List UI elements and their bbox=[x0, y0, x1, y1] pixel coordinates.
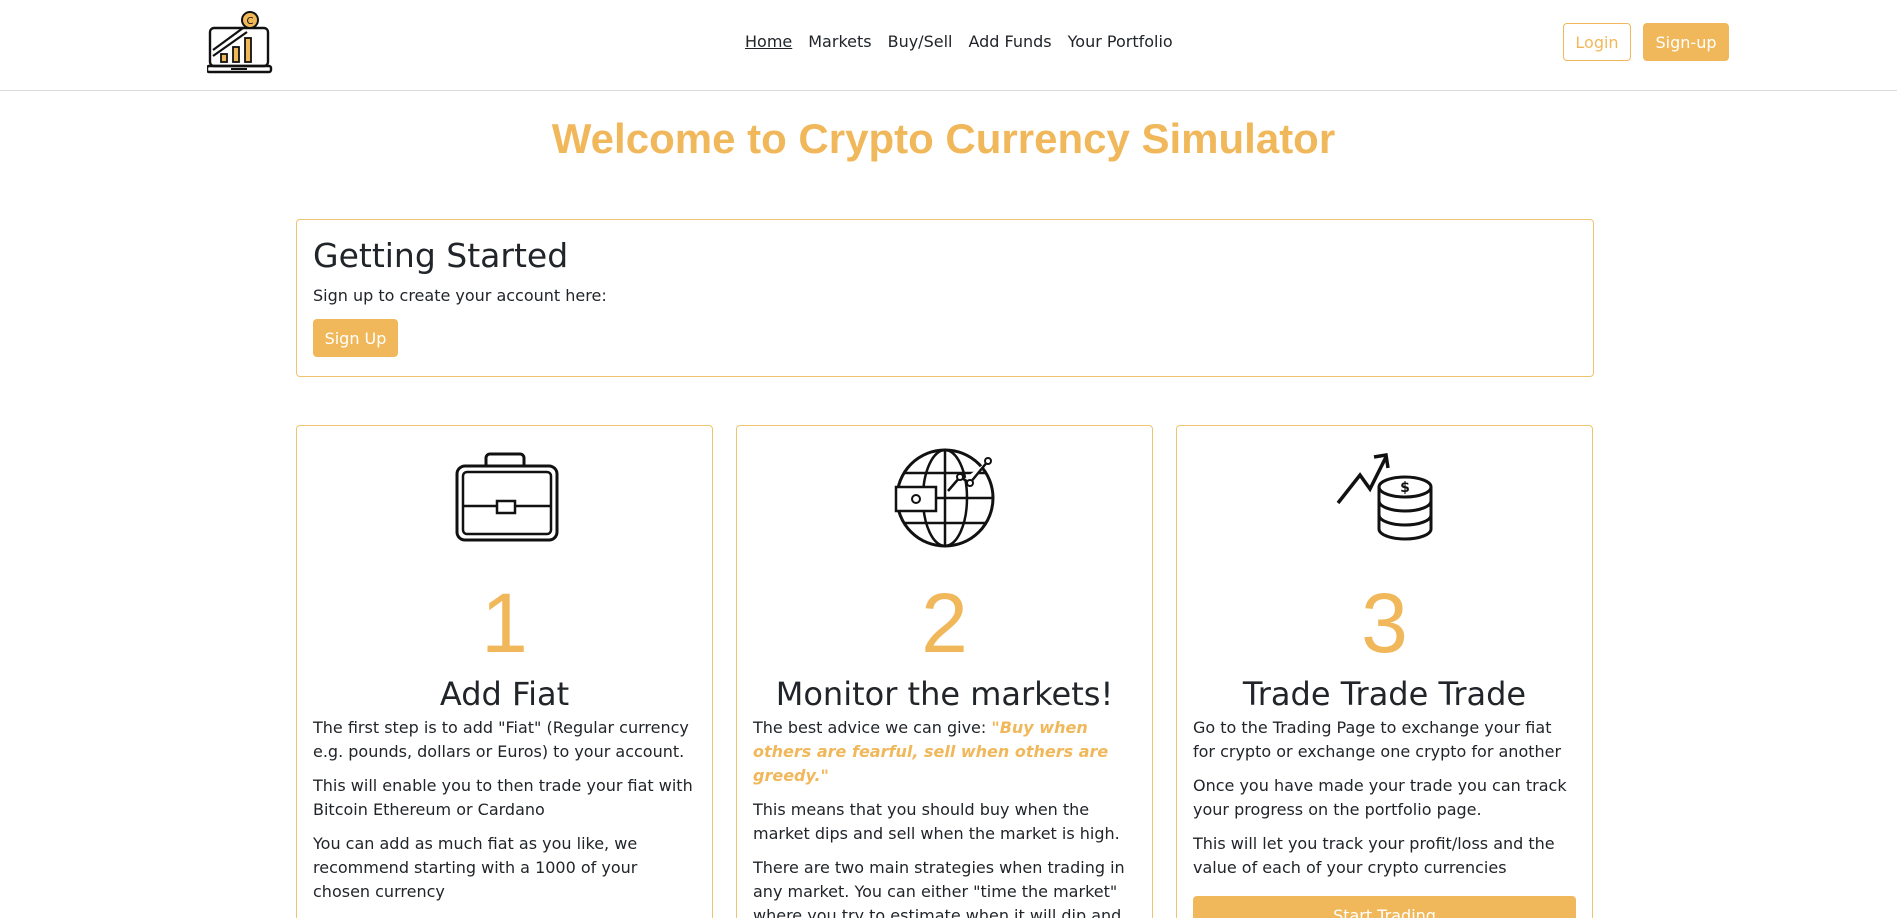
svg-text:C: C bbox=[247, 16, 254, 27]
coins-growth-icon: $ bbox=[1336, 452, 1432, 541]
step-number: 3 bbox=[1361, 576, 1408, 670]
advice-intro: The best advice we can give: bbox=[753, 718, 992, 737]
start-trading-button[interactable]: Start Trading bbox=[1193, 896, 1576, 918]
page-title: Welcome to Crypto Currency Simulator bbox=[551, 115, 1336, 162]
step-card-trade: $ 3 Trade Trade Trade Go to the Trading … bbox=[1176, 425, 1593, 918]
nav-add-funds[interactable]: Add Funds bbox=[960, 31, 1059, 53]
step-paragraph: This will let you track your profit/loss… bbox=[1193, 834, 1555, 877]
step-paragraph: Go to the Trading Page to exchange your … bbox=[1193, 718, 1562, 761]
step-card-monitor-markets: 2 Monitor the markets! The best advice w… bbox=[736, 425, 1153, 918]
navbar: C Home Markets Buy/Sell Add Funds Your P… bbox=[0, 0, 1897, 91]
step-paragraph: You can add as much fiat as you like, we… bbox=[313, 834, 638, 901]
nav-home[interactable]: Home bbox=[737, 31, 800, 53]
step-title: Trade Trade Trade bbox=[1242, 675, 1527, 713]
login-button[interactable]: Login bbox=[1563, 23, 1631, 61]
step-paragraph: This will enable you to then trade your … bbox=[313, 776, 693, 819]
signup-button[interactable]: Sign-up bbox=[1643, 23, 1729, 61]
getting-started-text: Sign up to create your account here: bbox=[313, 286, 607, 305]
getting-started-title: Getting Started bbox=[313, 236, 569, 275]
briefcase-icon bbox=[455, 452, 558, 542]
step-paragraph: The first step is to add "Fiat" (Regular… bbox=[313, 718, 689, 761]
nav-your-portfolio[interactable]: Your Portfolio bbox=[1060, 31, 1181, 53]
step-paragraph: There are two main strategies when tradi… bbox=[753, 858, 1125, 918]
nav-buy-sell[interactable]: Buy/Sell bbox=[880, 31, 961, 53]
globe-exchange-icon bbox=[894, 448, 994, 548]
sign-up-button[interactable]: Sign Up bbox=[313, 319, 398, 357]
svg-text:$: $ bbox=[1400, 480, 1410, 496]
step-title: Add Fiat bbox=[439, 675, 570, 713]
logo-icon[interactable]: C bbox=[207, 10, 273, 76]
step-paragraph: This means that you should buy when the … bbox=[753, 800, 1120, 843]
main-nav: Home Markets Buy/Sell Add Funds Your Por… bbox=[737, 31, 1181, 53]
step-number: 2 bbox=[921, 576, 968, 670]
step-paragraph: Once you have made your trade you can tr… bbox=[1193, 776, 1567, 819]
step-card-add-fiat: 1 Add Fiat The first step is to add "Fia… bbox=[296, 425, 713, 918]
nav-markets[interactable]: Markets bbox=[800, 31, 879, 53]
step-title: Monitor the markets! bbox=[775, 675, 1114, 713]
getting-started-panel: Getting Started Sign up to create your a… bbox=[296, 219, 1594, 377]
step-number: 1 bbox=[481, 576, 528, 670]
step-paragraph: The best advice we can give: "Buy when o… bbox=[753, 716, 1136, 788]
